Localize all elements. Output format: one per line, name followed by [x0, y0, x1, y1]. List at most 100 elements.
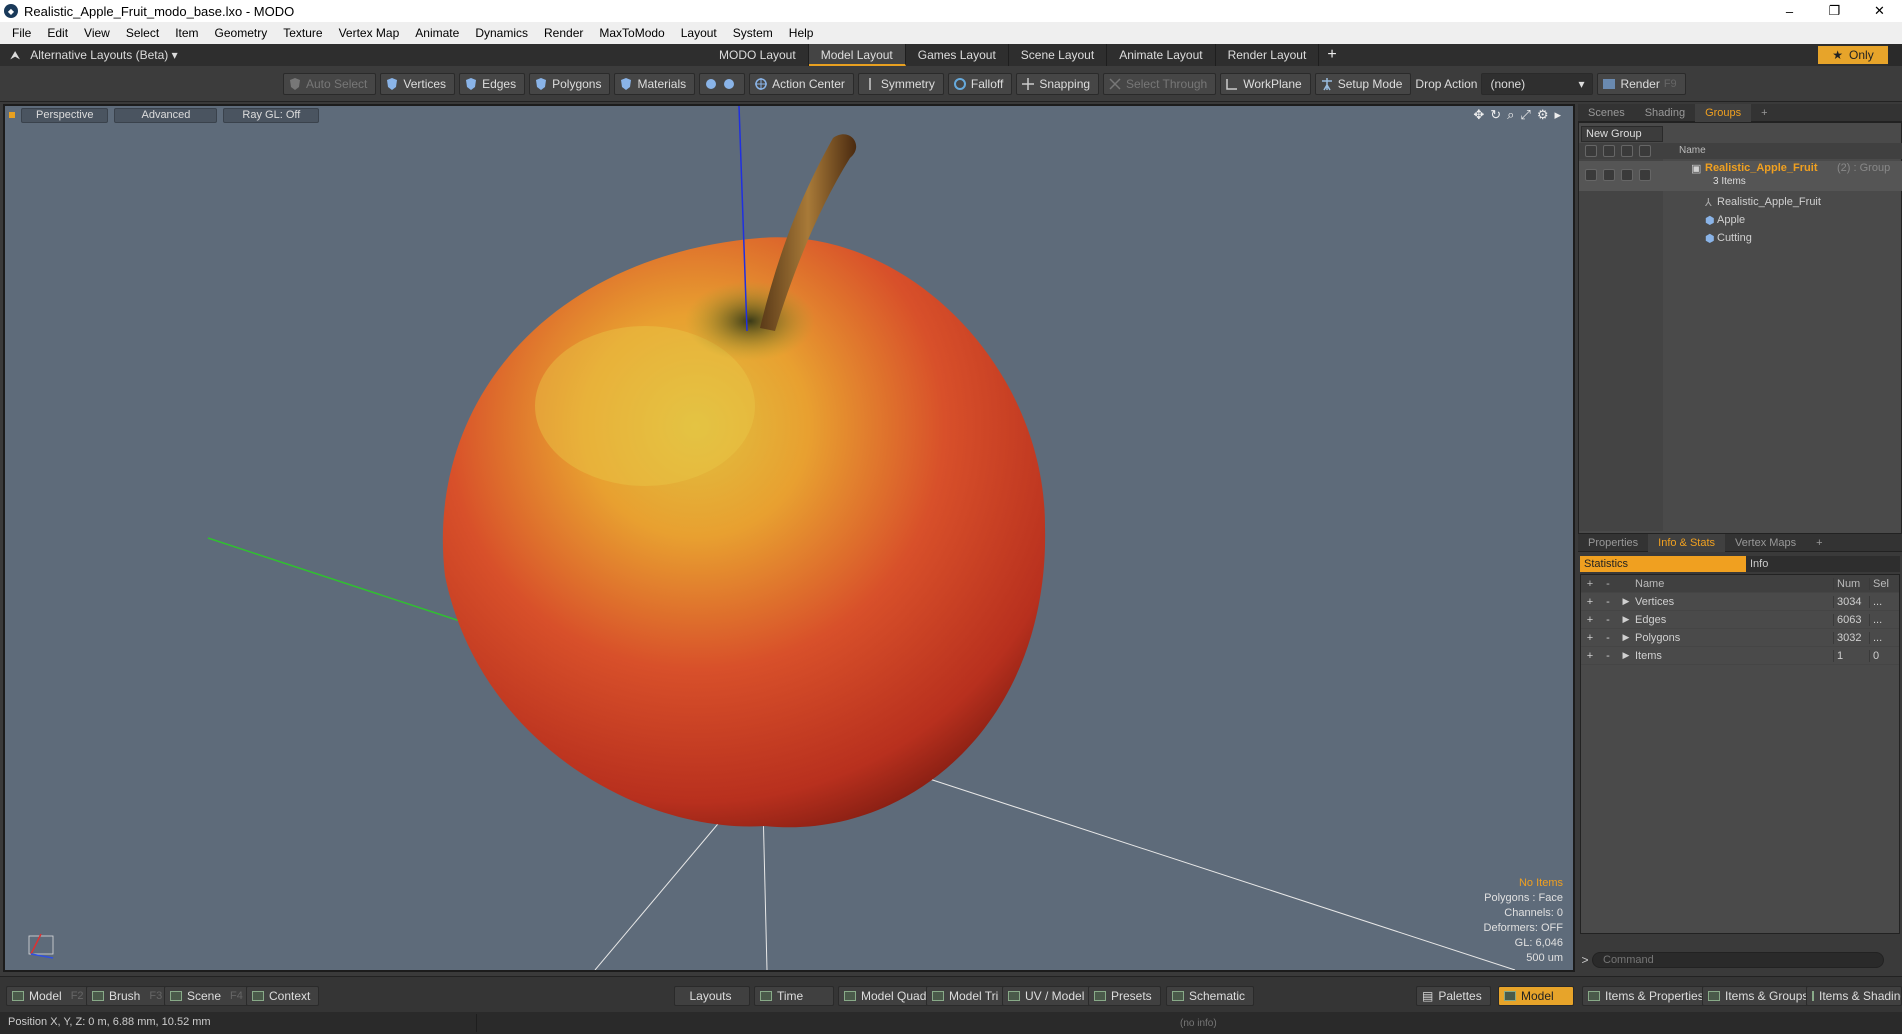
menu-render[interactable]: Render [536, 26, 591, 40]
table-row[interactable]: + - ▶ Items 1 0 [1581, 647, 1899, 665]
menu-select[interactable]: Select [118, 26, 167, 40]
alt-layout-dropdown[interactable]: ⮝ Alternative Layouts (Beta) ▾ [10, 48, 178, 63]
layouts-button[interactable]: Layouts [674, 986, 750, 1006]
group-row[interactable]: ▣ Realistic_Apple_Fruit (2) : Group 3 It… [1579, 161, 1902, 191]
rotate-view-icon[interactable]: ↻ [1490, 107, 1501, 123]
collapse-icon[interactable]: ⮝ [10, 48, 20, 63]
minimize-button[interactable]: – [1767, 0, 1812, 22]
menu-help[interactable]: Help [781, 26, 822, 40]
workplane-button[interactable]: WorkPlane [1220, 73, 1311, 95]
add-selection-icon[interactable]: + [1581, 650, 1599, 662]
shading-button[interactable]: Advanced [114, 107, 218, 123]
fit-view-icon[interactable]: ⤢ [1520, 107, 1530, 123]
menu-texture[interactable]: Texture [275, 26, 330, 40]
add-tab-button[interactable]: + [1751, 104, 1777, 122]
uv-model-button[interactable]: UV / Model [1002, 986, 1094, 1006]
presets-button[interactable]: Presets [1088, 986, 1161, 1006]
menu-file[interactable]: File [4, 26, 39, 40]
tab-animate-layout[interactable]: Animate Layout [1107, 44, 1216, 66]
menu-system[interactable]: System [725, 26, 781, 40]
schematic-button[interactable]: Schematic [1166, 986, 1255, 1006]
tab-vertex-maps[interactable]: Vertex Maps [1725, 534, 1806, 552]
select-toggle-icon[interactable] [1639, 169, 1651, 181]
render-button[interactable]: Render F9 [1597, 73, 1686, 95]
command-input[interactable] [1592, 952, 1884, 968]
add-selection-icon[interactable]: + [1581, 632, 1599, 644]
lock-icon[interactable] [1603, 169, 1615, 181]
gear-icon[interactable]: ⚙ [1537, 107, 1549, 123]
model-mode-button[interactable]: Model F2 [6, 986, 93, 1006]
3d-viewport[interactable]: Perspective Advanced Ray GL: Off ✥ ↻ ⌕ ⤢… [3, 104, 1575, 972]
raygl-button[interactable]: Ray GL: Off [223, 107, 320, 123]
table-row[interactable]: + - ▶ Polygons 3032 ... [1581, 629, 1899, 647]
tab-scenes[interactable]: Scenes [1578, 104, 1635, 122]
tab-render-layout[interactable]: Render Layout [1216, 44, 1320, 66]
model-quad-button[interactable]: Model Quad [838, 986, 936, 1006]
tab-scene-layout[interactable]: Scene Layout [1009, 44, 1108, 66]
group-item-row[interactable]: ⬢ Apple [1579, 211, 1902, 229]
tab-model-layout[interactable]: Model Layout [808, 44, 906, 66]
table-row[interactable]: + - ▶ Edges 6063 ... [1581, 611, 1899, 629]
tab-properties[interactable]: Properties [1578, 534, 1648, 552]
time-button[interactable]: Time [754, 986, 834, 1006]
palettes-button[interactable]: ▤ Palettes [1416, 986, 1491, 1006]
menu-view[interactable]: View [76, 26, 118, 40]
falloff-button[interactable]: Falloff [947, 73, 1013, 95]
move-view-icon[interactable]: ✥ [1473, 107, 1484, 123]
menu-vertex-map[interactable]: Vertex Map [331, 26, 408, 40]
tab-info[interactable]: Info [1746, 556, 1900, 572]
menu-maxtomodo[interactable]: MaxToModo [591, 26, 672, 40]
new-group-button[interactable]: New Group [1581, 126, 1663, 142]
play-icon[interactable]: ▸ [1554, 107, 1561, 123]
group-item-row[interactable]: ⬢ Cutting [1579, 229, 1902, 247]
action-center-button[interactable]: Action Center [749, 73, 854, 95]
symmetry-button[interactable]: Symmetry [857, 73, 944, 95]
expand-arrow-icon[interactable]: ▶ [1617, 614, 1635, 625]
tab-modo-layout[interactable]: MODO Layout [707, 44, 809, 66]
tab-games-layout[interactable]: Games Layout [906, 44, 1009, 66]
remove-selection-icon[interactable]: - [1599, 596, 1617, 608]
vertices-button[interactable]: Vertices [380, 73, 456, 95]
add-layout-button[interactable]: + [1319, 44, 1344, 66]
table-row[interactable]: + - ▶ Vertices 3034 ... [1581, 593, 1899, 611]
brush-mode-button[interactable]: Brush F3 [86, 986, 172, 1006]
render-toggle-icon[interactable] [1621, 145, 1633, 157]
eye-icon[interactable] [1585, 169, 1597, 181]
scene-mode-button[interactable]: Scene F4 [164, 986, 252, 1006]
add-tab-button[interactable]: + [1806, 534, 1832, 552]
menu-item[interactable]: Item [167, 26, 206, 40]
menu-edit[interactable]: Edit [39, 26, 76, 40]
auto-select-button[interactable]: Auto Select [283, 73, 377, 95]
menu-dynamics[interactable]: Dynamics [467, 26, 536, 40]
maximize-button[interactable]: ❐ [1812, 0, 1857, 22]
tab-groups[interactable]: Groups [1695, 103, 1752, 122]
eye-icon[interactable] [1585, 145, 1597, 157]
add-selection-icon[interactable]: + [1581, 596, 1599, 608]
select-mode-toggle[interactable] [699, 73, 746, 95]
only-button[interactable]: ★ Only [1818, 46, 1888, 64]
remove-selection-icon[interactable]: - [1599, 650, 1617, 662]
menu-geometry[interactable]: Geometry [207, 26, 276, 40]
setup-mode-button[interactable]: Setup Mode [1314, 73, 1412, 95]
remove-selection-icon[interactable]: - [1599, 632, 1617, 644]
items-groups-button[interactable]: Items & Groups [1702, 986, 1818, 1006]
menu-animate[interactable]: Animate [407, 26, 467, 40]
context-button[interactable]: Context [246, 986, 320, 1006]
items-properties-button[interactable]: Items & Properties [1582, 986, 1713, 1006]
remove-selection-icon[interactable]: - [1599, 614, 1617, 626]
edges-button[interactable]: Edges [459, 73, 526, 95]
model-tri-button[interactable]: Model Tri [926, 986, 1008, 1006]
render-toggle-icon[interactable] [1621, 169, 1633, 181]
tab-shading[interactable]: Shading [1635, 104, 1695, 122]
expand-arrow-icon[interactable]: ▶ [1617, 632, 1635, 643]
close-button[interactable]: ✕ [1857, 0, 1902, 22]
tab-info-stats[interactable]: Info & Stats [1648, 533, 1726, 552]
zoom-view-icon[interactable]: ⌕ [1507, 107, 1514, 123]
select-toggle-icon[interactable] [1639, 145, 1651, 157]
group-item-row[interactable]: ⅄ Realistic_Apple_Fruit [1579, 193, 1902, 211]
expand-arrow-icon[interactable]: ▶ [1617, 596, 1635, 607]
polygons-button[interactable]: Polygons [529, 73, 611, 95]
snapping-button[interactable]: Snapping [1016, 73, 1100, 95]
lock-icon[interactable] [1603, 145, 1615, 157]
select-through-button[interactable]: Select Through [1103, 73, 1217, 95]
